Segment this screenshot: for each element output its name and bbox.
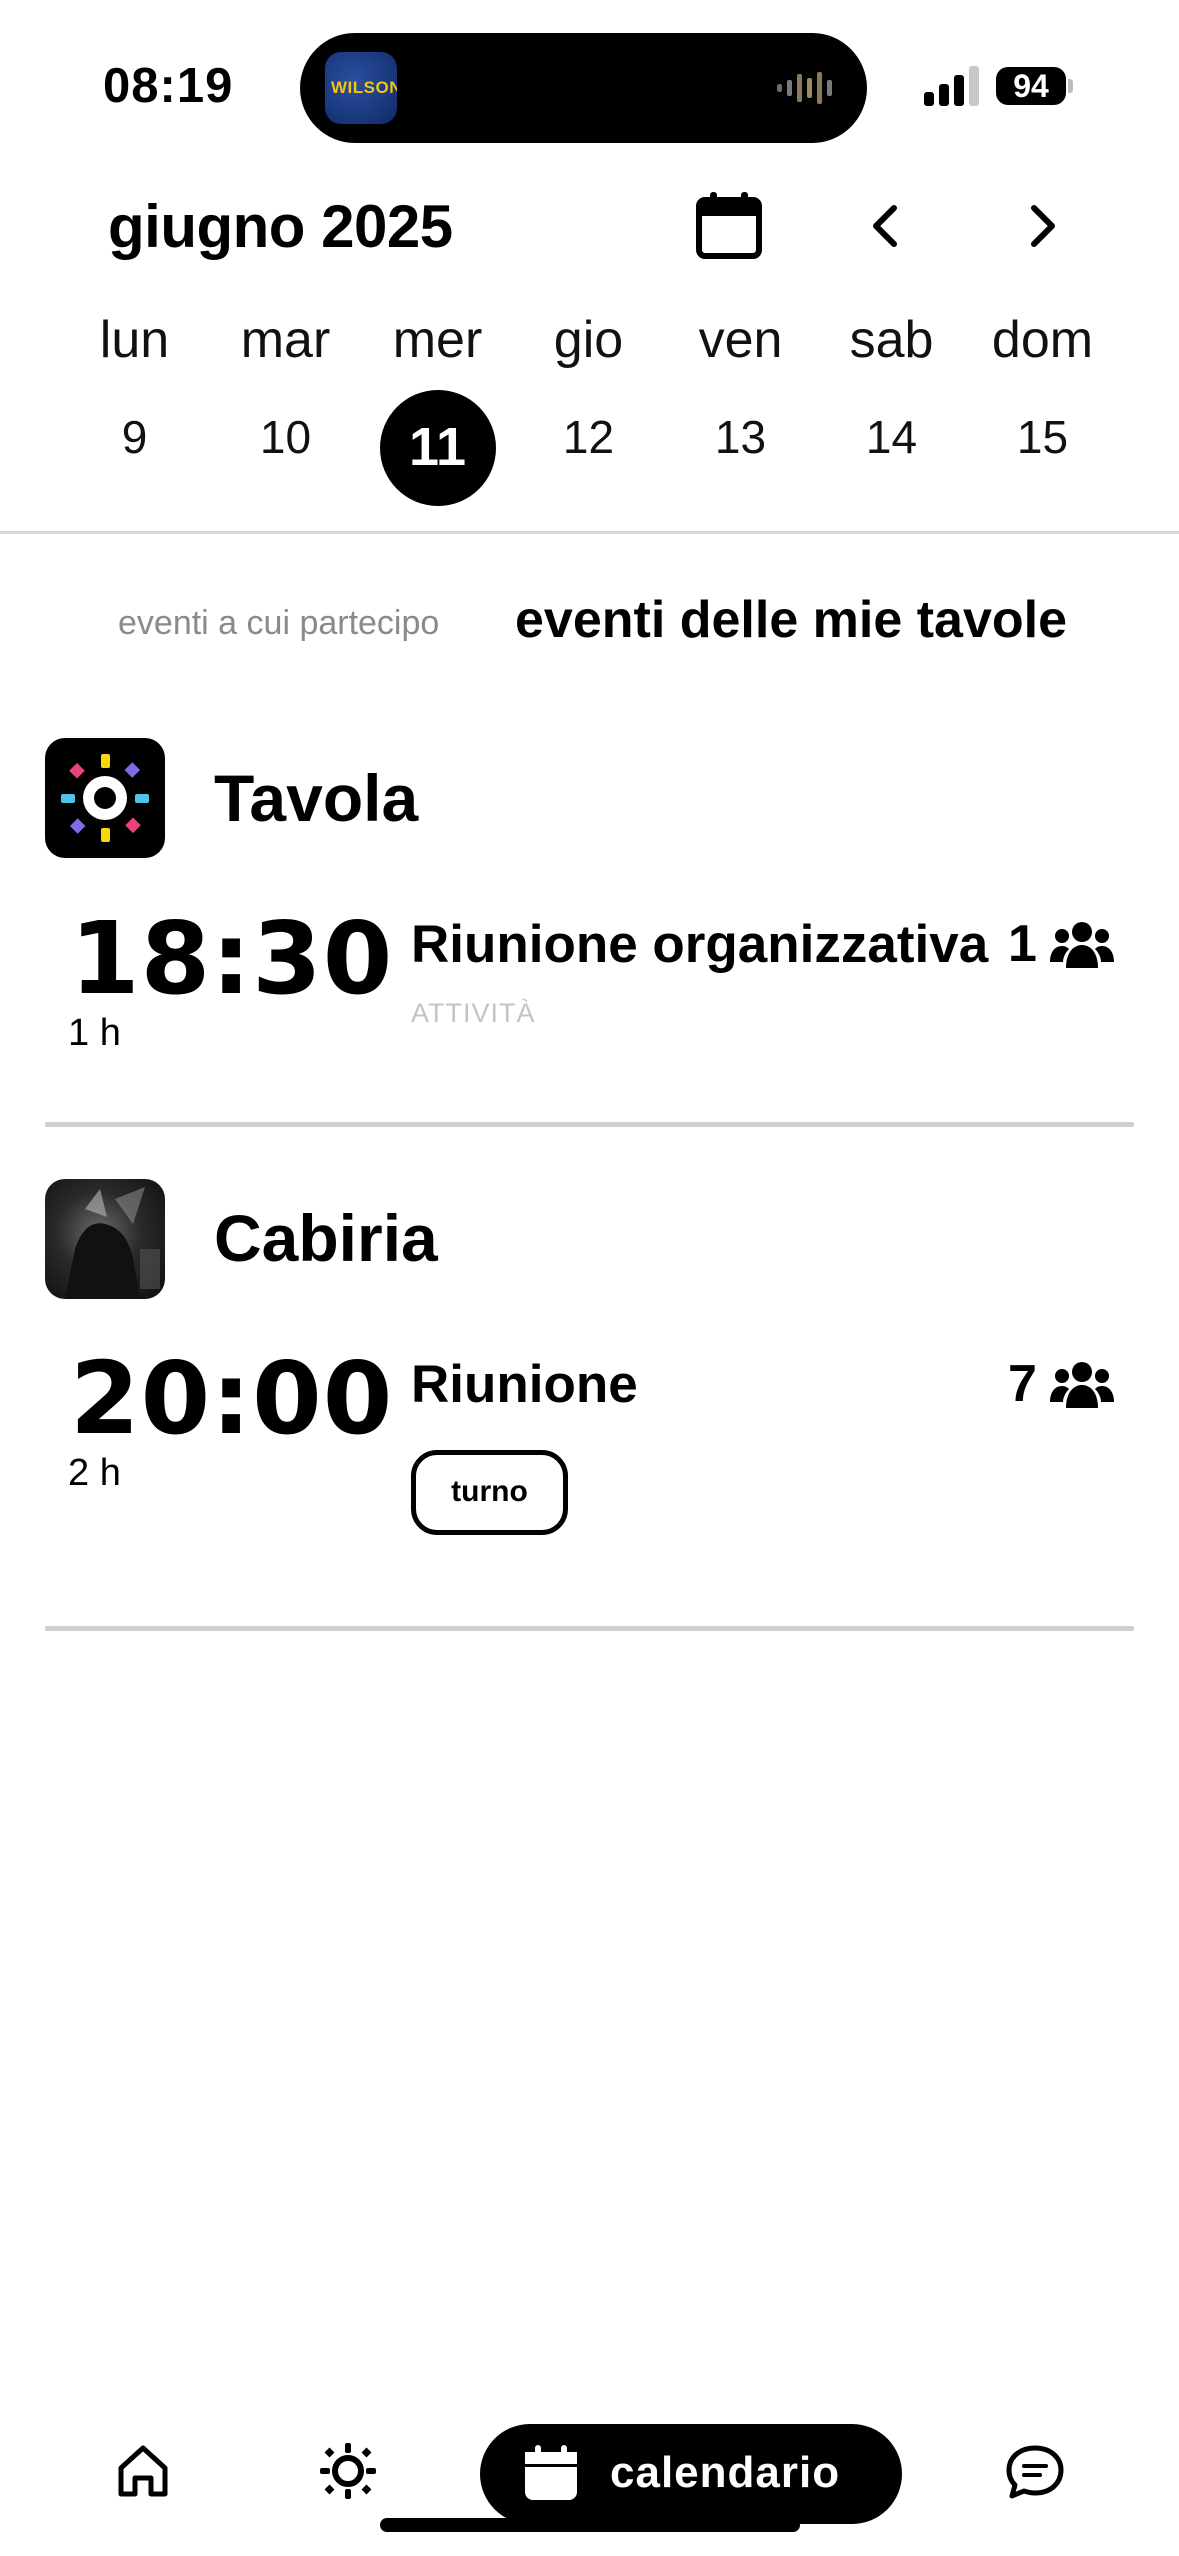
weekday-name: dom [991,311,1094,369]
calendar-nav-label: calendario [610,2448,841,2497]
calendar-nav-button[interactable]: calendario [480,2424,902,2524]
home-indicator [380,2518,800,2532]
tab-my-tables-events[interactable]: eventi delle mie tavole [515,590,1067,650]
cellular-signal-icon [924,66,979,106]
weekday-name: ven [698,311,783,369]
day-number-selected[interactable]: 11 [362,415,513,479]
event-title[interactable]: Riunione [411,1354,638,1415]
weekday-name: gio [553,311,624,369]
weekday-name: sab [849,311,934,369]
tavola-sun-logo[interactable] [45,738,165,858]
weekday-name: mar [240,311,331,369]
header-divider [0,531,1179,534]
tab-participating-events[interactable]: eventi a cui partecipo [118,604,439,643]
live-activity-app-name: WILSON [331,78,397,97]
battery-tip [1068,79,1073,93]
live-activity-app-icon[interactable]: WILSON [325,52,397,124]
event-separator [45,1122,1134,1127]
event-time: 20:00 [70,1340,394,1457]
event-subtitle: ATTIVITÀ [411,998,536,1028]
group-name[interactable]: Cabiria [214,1200,438,1276]
event-duration: 1 h [68,1012,121,1054]
shift-badge[interactable]: turno [411,1450,568,1535]
participant-count: 7 [1008,1355,1037,1413]
chevron-left-icon[interactable] [862,196,910,256]
battery-indicator: 94 [996,67,1066,105]
month-title[interactable]: giugno 2025 [108,192,453,261]
chat-icon[interactable] [1005,2444,1065,2500]
calendar-picker-icon[interactable] [694,190,764,260]
day-number[interactable]: 12 [513,405,664,469]
chevron-right-icon[interactable] [1018,196,1066,256]
event-separator [45,1626,1134,1631]
day-number[interactable]: 15 [967,405,1118,469]
event-title[interactable]: Riunione organizzativa [411,914,988,975]
sun-icon[interactable] [318,2441,378,2501]
people-icon [1050,922,1114,968]
weekday-name: lun [99,311,170,369]
group-name[interactable]: Tavola [214,760,418,836]
tavola-sun-icon [61,754,149,842]
day-number[interactable]: 9 [59,405,210,469]
day-number[interactable]: 10 [210,405,361,469]
cabiria-photo-logo[interactable] [45,1179,165,1299]
weekday-name: mer [392,311,483,369]
day-number[interactable]: 13 [665,405,816,469]
home-icon[interactable] [115,2442,171,2498]
event-duration: 2 h [68,1452,121,1494]
cabiria-photo-icon [65,1187,160,1299]
event-time: 18:30 [70,900,394,1017]
day-number[interactable]: 14 [816,405,967,469]
participant-count: 1 [1008,915,1037,973]
audio-waveform-icon [777,72,832,104]
status-time: 08:19 [103,59,234,113]
people-icon [1050,1362,1114,1408]
calendar-icon [525,2445,577,2500]
